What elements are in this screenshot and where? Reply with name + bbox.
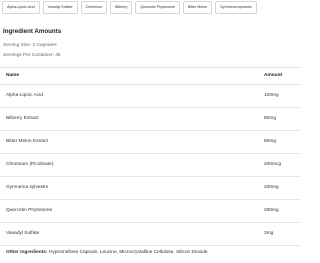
ingredient-amount: 200mcg — [264, 162, 282, 167]
ingredient-amount: 200mg — [264, 208, 279, 213]
other-ingredients: Other Ingredients: Hypromellose Capsule,… — [6, 250, 208, 255]
ingredient-amount: 100mg — [264, 93, 279, 98]
column-header-amount: Amount — [264, 73, 283, 78]
tag-gymnema-sylvestre[interactable]: Gymnema sylvestre — [215, 1, 257, 14]
ingredient-table-body: Alpha-Lipoic Acid 100mg Bilberry Extract… — [0, 85, 300, 246]
servings-per-container: Servings Per Container: 45 — [3, 53, 61, 58]
table-row: Chromium (Picolinate) 200mcg — [0, 154, 300, 177]
other-ingredients-value: Hypromellose Capsule, Leucine, Microcrys… — [48, 250, 208, 255]
ingredient-name: Quercetin Phytosome — [6, 208, 53, 213]
ingredient-name: Bitter Melon Extract — [6, 139, 48, 144]
ingredient-amount: 200mg — [264, 185, 279, 190]
ingredient-name: Gymnema sylvestre — [6, 185, 49, 190]
column-header-name: Name — [6, 73, 20, 78]
tag-chromium[interactable]: Chromium — [80, 1, 108, 14]
tag-quercetin-phytosome[interactable]: Quercetin Phytosome — [135, 1, 180, 14]
serving-size: Serving Size: 2 Capsules — [3, 43, 57, 48]
section-title: Ingredient Amounts — [3, 28, 62, 35]
ingredient-amount: 3mg — [264, 231, 274, 236]
table-row: Bilberry Extract 80mg — [0, 108, 300, 131]
tag-alpha-lipoic-acid[interactable]: Alpha-Lipoic Acid — [2, 1, 40, 14]
tag-vanadyl-sulfate[interactable]: Vanadyl Sulfate — [42, 1, 78, 14]
ingredient-name: Chromium (Picolinate) — [6, 162, 54, 167]
ingredient-amount: 80mg — [264, 139, 276, 144]
ingredient-amount: 80mg — [264, 116, 276, 121]
table-row: Bitter Melon Extract 80mg — [0, 131, 300, 154]
table-row: Quercetin Phytosome 200mg — [0, 200, 300, 223]
ingredient-tag-list: Alpha-Lipoic Acid Vanadyl Sulfate Chromi… — [2, 1, 257, 14]
table-row: Gymnema sylvestre 200mg — [0, 177, 300, 200]
tag-bitter-melon[interactable]: Bitter Melon — [182, 1, 213, 14]
table-header: Name Amount — [0, 67, 300, 85]
ingredient-name: Alpha-Lipoic Acid — [6, 93, 43, 98]
table-row: Vanadyl Sulfate 3mg — [0, 223, 300, 246]
ingredient-name: Bilberry Extract — [6, 116, 39, 121]
table-row: Alpha-Lipoic Acid 100mg — [0, 85, 300, 108]
other-ingredients-label: Other Ingredients: — [6, 250, 48, 255]
tag-bilberry[interactable]: Bilberry — [110, 1, 133, 14]
ingredient-name: Vanadyl Sulfate — [6, 231, 40, 236]
